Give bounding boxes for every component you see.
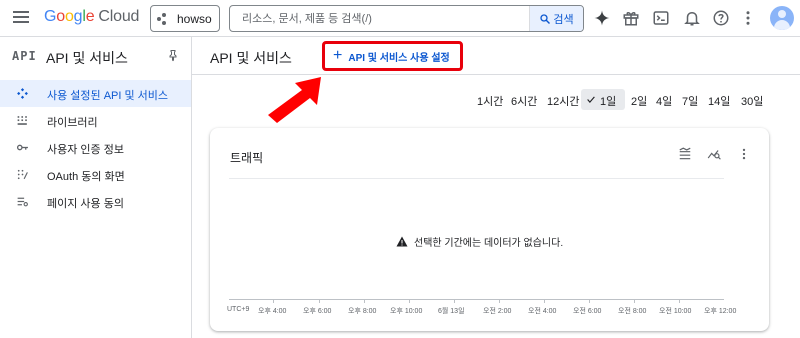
x-axis-label: 오후 12:00 [704,308,737,315]
traffic-card: 트래픽 선택한 기간에는 데이터가 없습니다. UTC+9 오후 4:00 오후… [210,128,769,331]
explore-chart-icon[interactable] [706,147,722,161]
x-axis-label: 오후 6:00 [303,308,332,315]
time-range-12h[interactable]: 12시간 [547,93,579,109]
x-axis-label: 오후 10:00 [390,308,423,315]
main-content: API 및 서비스 + API 및 서비스 사용 설정 1시간 6시간 12시간… [192,37,800,338]
top-bar: GoogleCloud howso 검색 [0,0,800,37]
x-axis-label: 오전 2:00 [483,308,512,315]
time-range-14d[interactable]: 14일 [708,93,730,109]
time-range-4d[interactable]: 4일 [656,93,672,109]
sidebar-item-oauth-consent[interactable]: OAuth 동의 화면 [0,161,191,188]
project-name: howso [177,11,212,26]
search-button-label: 검색 [553,13,574,26]
time-range-7d[interactable]: 7일 [682,93,698,109]
project-icon [157,12,171,25]
x-axis-label: 오전 10:00 [659,308,692,315]
cloud-shell-icon[interactable] [652,9,670,27]
api-logo-icon: API [12,49,37,63]
x-axis-tick [499,300,500,303]
account-avatar[interactable] [770,6,794,30]
sidebar-header: API API 및 서비스 [0,37,191,75]
page-title: API 및 서비스 [210,50,292,66]
x-axis-label: 오후 8:00 [348,308,377,315]
consent-icon [17,169,28,180]
gemini-icon[interactable] [593,9,611,27]
sidebar-item-credentials[interactable]: 사용자 인증 정보 [0,134,191,161]
check-icon [587,96,595,103]
x-axis-tick [409,300,410,303]
google-cloud-logo[interactable]: Google Cloud [44,8,139,26]
time-range-1d[interactable]: 1일 [581,89,625,110]
card-more-icon[interactable] [736,147,752,161]
x-axis-tick [454,300,455,303]
x-axis-tick [589,300,590,303]
search-button[interactable]: 검색 [529,6,583,31]
main-header: API 및 서비스 + API 및 서비스 사용 설정 [192,37,800,75]
time-range-6h[interactable]: 6시간 [511,93,537,109]
x-axis-tick [634,300,635,303]
enable-apis-label: API 및 서비스 사용 설정 [348,52,450,64]
notifications-icon[interactable] [683,9,701,27]
sidebar-item-enabled-apis[interactable]: 사용 설정된 API 및 서비스 [0,80,191,107]
x-axis-line [229,299,724,300]
x-axis-label: 오후 4:00 [258,308,287,315]
x-axis-tick [273,300,274,303]
search-icon [540,13,551,24]
card-title: 트래픽 [230,151,264,165]
sidebar: API API 및 서비스 사용 설정된 API 및 서비스 라이브러리 사용자… [0,37,192,338]
x-axis-tick [544,300,545,303]
search-bar[interactable]: 검색 [229,5,584,32]
page-usage-icon [17,197,28,207]
x-axis-label: 오전 6:00 [573,308,602,315]
pin-icon[interactable] [167,48,179,62]
more-vert-icon[interactable] [739,9,757,27]
library-icon [17,116,27,125]
time-range-2d[interactable]: 2일 [631,93,647,109]
sidebar-item-library[interactable]: 라이브러리 [0,107,191,134]
time-range-1h[interactable]: 1시간 [477,93,503,109]
sidebar-title: API 및 서비스 [46,50,128,66]
time-range-30d[interactable]: 30일 [741,93,763,109]
x-axis-tick [679,300,680,303]
enabled-apis-icon [17,88,28,99]
enable-apis-button[interactable]: + API 및 서비스 사용 설정 [322,41,463,71]
x-axis-label: UTC+9 [227,306,250,313]
project-selector[interactable]: howso [150,5,220,32]
x-axis-tick [319,300,320,303]
x-axis-label: 오전 4:00 [528,308,557,315]
card-divider [229,178,724,179]
key-icon [16,144,28,151]
no-data-message: 선택한 기간에는 데이터가 없습니다. [396,234,563,249]
x-axis-label: 6월 13일 [438,308,465,315]
search-input[interactable] [230,6,530,31]
time-range-selector: 1시간 6시간 12시간 1일 2일 4일 7일 14일 30일 [192,88,800,112]
legend-toggle-icon[interactable] [677,147,693,161]
help-icon[interactable] [712,9,730,27]
warning-icon [396,236,408,247]
menu-icon[interactable] [13,11,29,23]
sidebar-item-page-usage[interactable]: 페이지 사용 동의 [0,188,191,215]
gift-icon[interactable] [622,9,640,27]
plus-icon: + [333,47,343,64]
x-axis-label: 오전 8:00 [618,308,647,315]
x-axis-tick [364,300,365,303]
